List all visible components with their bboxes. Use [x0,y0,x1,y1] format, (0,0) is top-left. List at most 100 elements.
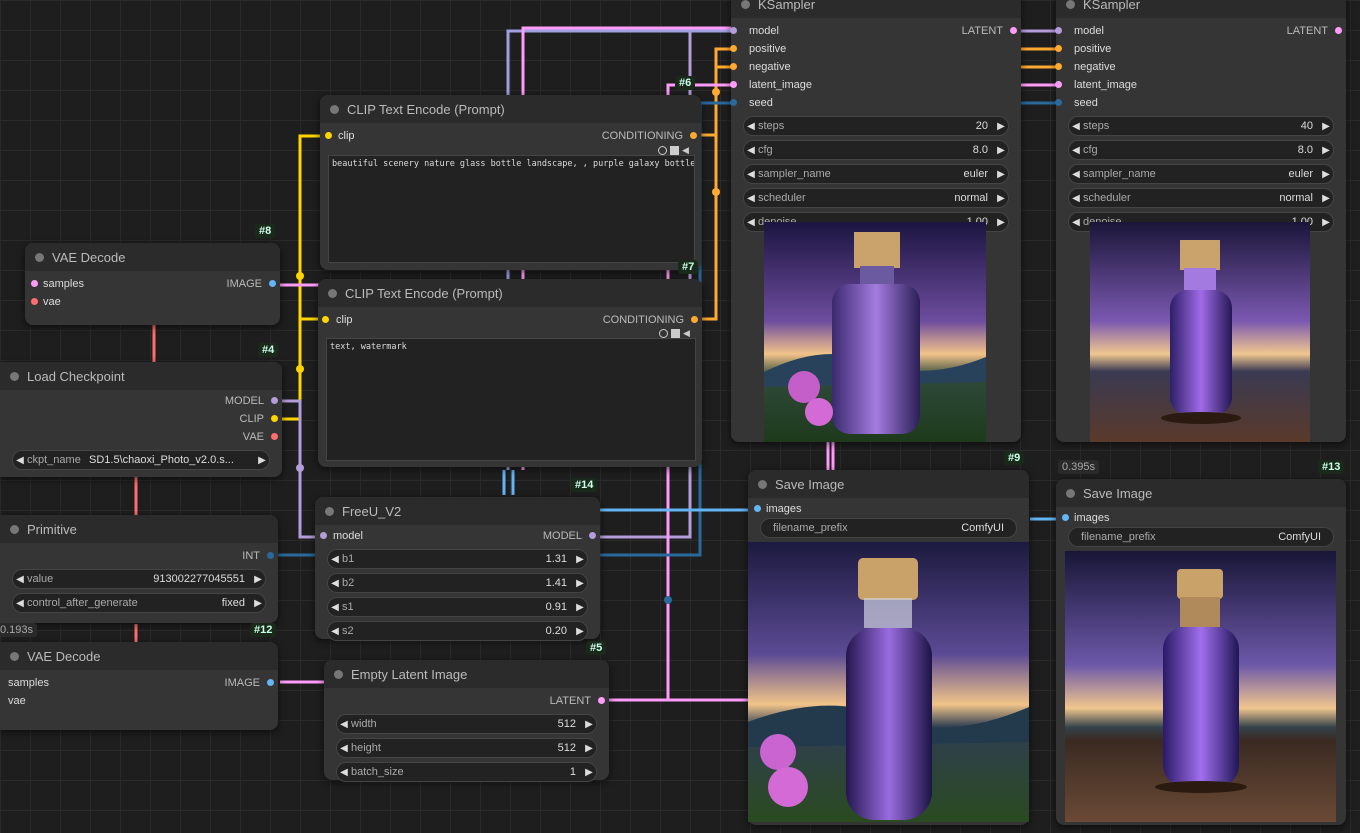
input-latent-image[interactable]: latent_image [1055,76,1346,94]
socket-icon[interactable] [730,45,737,52]
socket-icon[interactable] [1335,27,1342,34]
increment-arrow-icon[interactable]: ▶ [994,193,1008,204]
widget-controls[interactable]: ◀ [658,146,689,155]
ckpt-name-widget[interactable]: ◀ ckpt_name SD1.5\chaoxi_Photo_v2.0.s... ▶ [12,450,270,470]
increment-arrow-icon[interactable]: ▶ [994,169,1008,180]
socket-icon[interactable] [31,280,38,287]
b2-widget[interactable]: ◀ b2 1.41 ▶ [327,573,588,593]
increment-arrow-icon[interactable]: ▶ [251,574,265,585]
decrement-arrow-icon[interactable]: ◀ [1069,121,1083,132]
socket-icon[interactable] [271,397,278,404]
decrement-arrow-icon[interactable]: ◀ [337,743,351,754]
input-model[interactable]: model MODEL [315,527,600,545]
socket-icon[interactable] [730,63,737,70]
speaker-icon[interactable]: ◀ [683,329,690,338]
increment-arrow-icon[interactable]: ▶ [994,217,1008,228]
node-title[interactable]: VAE Decode [25,243,280,271]
node-title[interactable]: Empty Latent Image [324,660,609,688]
socket-icon[interactable] [267,552,274,559]
socket-icon[interactable] [271,433,278,440]
steps-widget[interactable]: ◀ steps 20 ▶ [743,116,1009,136]
input-samples[interactable]: samples IMAGE [0,674,278,692]
filename-prefix-field[interactable]: filename_prefix ComfyUI [1068,527,1334,547]
input-model[interactable]: model LATENT [1055,22,1346,40]
collapse-dot-icon[interactable] [35,252,44,262]
socket-icon[interactable] [325,132,332,139]
socket-icon[interactable] [322,316,329,323]
load-checkpoint-node[interactable]: Load Checkpoint MODEL CLIP VAE ◀ ckpt_nam… [0,343,282,477]
socket-icon[interactable] [730,27,737,34]
radio-icon[interactable] [659,329,668,338]
increment-arrow-icon[interactable]: ▶ [582,743,596,754]
sampler-name-widget[interactable]: ◀ sampler_name euler ▶ [743,164,1009,184]
decrement-arrow-icon[interactable]: ◀ [744,217,758,228]
output-vae[interactable]: VAE [0,428,282,446]
collapse-dot-icon[interactable] [334,669,343,679]
decrement-arrow-icon[interactable]: ◀ [744,145,758,156]
increment-arrow-icon[interactable]: ▶ [1319,169,1333,180]
node-title[interactable]: CLIP Text Encode (Prompt) [318,279,702,307]
socket-icon[interactable] [598,697,605,704]
socket-icon[interactable] [1055,45,1062,52]
input-latent-image[interactable]: latent_image [730,76,1021,94]
height-widget[interactable]: ◀ height 512 ▶ [336,738,597,758]
increment-arrow-icon[interactable]: ▶ [573,578,587,589]
input-positive[interactable]: positive [1055,40,1346,58]
input-clip[interactable]: clip CONDITIONING [318,311,702,329]
clip-text-encode-positive[interactable]: CLIP Text Encode (Prompt) clip CONDITIONI… [320,76,701,270]
socket-icon[interactable] [1062,514,1069,521]
s1-widget[interactable]: ◀ s1 0.91 ▶ [327,597,588,617]
decrement-arrow-icon[interactable]: ◀ [1069,217,1083,228]
decrement-arrow-icon[interactable]: ◀ [744,169,758,180]
control-after-generate-widget[interactable]: ◀ control_after_generate fixed ▶ [12,593,266,613]
checkbox-icon[interactable] [670,146,679,155]
node-title[interactable]: Primitive [0,515,278,543]
collapse-dot-icon[interactable] [328,288,337,298]
widget-value[interactable]: ComfyUI [1278,531,1321,543]
input-negative[interactable]: negative [730,58,1021,76]
increment-arrow-icon[interactable]: ▶ [582,767,596,778]
collapse-dot-icon[interactable] [758,479,767,489]
increment-arrow-icon[interactable]: ▶ [1319,217,1333,228]
input-vae[interactable]: vae [0,692,278,710]
socket-icon[interactable] [1055,81,1062,88]
node-title[interactable]: Load Checkpoint [0,362,282,390]
collapse-dot-icon[interactable] [330,104,339,114]
sampler-name-widget[interactable]: ◀ sampler_name euler ▶ [1068,164,1334,184]
input-clip[interactable]: clip CONDITIONING [320,127,701,145]
collapse-dot-icon[interactable] [325,506,334,516]
collapse-dot-icon[interactable] [10,524,19,534]
prompt-textarea[interactable]: beautiful scenery nature glass bottle la… [328,155,695,263]
output-model[interactable]: MODEL [0,392,282,410]
node-title[interactable]: Save Image [1056,479,1346,507]
socket-icon[interactable] [589,532,596,539]
batch-size-widget[interactable]: ◀ batch_size 1 ▶ [336,762,597,782]
ksampler-title[interactable]: KSampler [1056,0,1346,18]
collapse-dot-icon[interactable] [741,0,750,9]
socket-icon[interactable] [730,81,737,88]
node-title[interactable]: Save Image [748,470,1029,498]
speaker-icon[interactable]: ◀ [682,146,689,155]
node-title[interactable]: VAE Decode [0,642,278,670]
decrement-arrow-icon[interactable]: ◀ [1069,145,1083,156]
collapse-dot-icon[interactable] [10,651,19,661]
decrement-arrow-icon[interactable]: ◀ [744,193,758,204]
save-image-node-b[interactable]: Save Image images filename_prefix ComfyUI… [1056,460,1346,825]
filename-prefix-field[interactable]: filename_prefix ComfyUI [760,518,1017,538]
input-vae[interactable]: vae [25,293,280,311]
empty-latent-image-node[interactable]: Empty Latent Image LATENT ◀ width 512 ▶ ◀ he… [324,641,609,782]
radio-icon[interactable] [658,146,667,155]
width-widget[interactable]: ◀ width 512 ▶ [336,714,597,734]
increment-arrow-icon[interactable]: ▶ [251,598,265,609]
ksampler-node-a[interactable]: KSampler model LATENT positive negative l… [730,0,1021,442]
socket-icon[interactable] [320,532,327,539]
socket-icon[interactable] [691,316,698,323]
cfg-widget[interactable]: ◀ cfg 8.0 ▶ [743,140,1009,160]
value-widget[interactable]: ◀ value 913002277045551 ▶ [12,569,266,589]
input-negative[interactable]: negative [1055,58,1346,76]
output-latent[interactable]: LATENT [324,692,609,710]
collapse-dot-icon[interactable] [1066,488,1075,498]
socket-icon[interactable] [1055,99,1062,106]
decrement-arrow-icon[interactable]: ◀ [13,598,27,609]
primitive-node[interactable]: Primitive INT ◀ value 913002277045551 ▶ ◀ co… [0,515,278,637]
